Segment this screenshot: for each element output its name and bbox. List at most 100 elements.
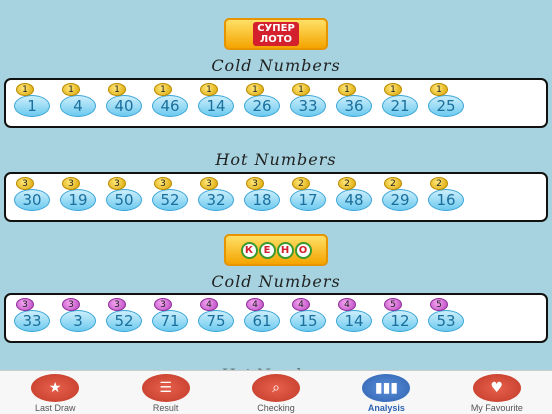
cold-numbers-panel-keno: 33 3 3 3 52 3 71 3 75 4 61 4 15 4 14 4 12 5 53 5 [4,293,548,343]
number-ball: 40 1 [106,83,142,117]
ball-number: 46 [152,95,188,117]
tab-last-draw[interactable]: ★ Last Draw [0,371,110,414]
number-ball: 52 3 [152,177,188,211]
number-ball: 61 4 [244,298,280,332]
frequency-badge: 2 [384,177,402,190]
ball-number: 16 [428,189,464,211]
bottom-tab-bar: ★ Last Draw ☰ Result ⌕ Checking ▮▮▮ Anal… [0,370,552,414]
ball-number: 61 [244,310,280,332]
ball-row: 1 1 4 1 40 1 46 1 14 1 26 1 33 1 36 1 21 1 25 1 [14,83,464,117]
ball-row: 30 3 19 3 50 3 52 3 32 3 18 3 17 2 48 2 29 2 16 2 [14,177,464,211]
frequency-badge: 4 [338,298,356,311]
number-ball: 33 3 [14,298,50,332]
number-ball: 32 3 [198,177,234,211]
tab-label: Result [152,403,179,413]
frequency-badge: 1 [154,83,172,96]
tab-label: My Favourite [470,403,523,413]
number-ball: 21 1 [382,83,418,117]
number-ball: 19 3 [60,177,96,211]
frequency-badge: 3 [200,177,218,190]
ball-number: 21 [382,95,418,117]
ball-number: 19 [60,189,96,211]
ball-number: 14 [336,310,372,332]
ball-number: 48 [336,189,372,211]
keno-letter: О [294,241,312,259]
number-ball: 11 [14,83,50,117]
frequency-badge: 1 [430,83,448,96]
frequency-badge: 3 [62,298,80,311]
number-ball: 14 4 [336,298,372,332]
ball-number: 25 [428,95,464,117]
ball-number: 17 [290,189,326,211]
section-heading-hot-1: Hot Numbers [215,150,337,169]
number-ball: 14 1 [198,83,234,117]
frequency-badge: 3 [108,177,126,190]
number-ball: 71 3 [152,298,188,332]
bar-chart-icon: ▮▮▮ [362,374,411,402]
frequency-badge: 3 [16,298,34,311]
frequency-badge: 1 [292,83,310,96]
tab-label: Analysis [367,403,405,413]
number-ball: 52 3 [106,298,142,332]
keno-letter: Е [258,241,276,259]
frequency-badge: 4 [200,298,218,311]
frequency-badge: 3 [62,177,80,190]
ball-number: 4 [60,95,96,117]
number-ball: 48 2 [336,177,372,211]
keno-logo: К Е Н О [224,234,328,266]
number-ball: 25 1 [428,83,464,117]
magnifier-icon: ⌕ [252,374,301,402]
number-ball: 18 3 [244,177,280,211]
ball-number: 29 [382,189,418,211]
number-ball: 26 1 [244,83,280,117]
frequency-badge: 3 [154,298,172,311]
frequency-badge: 2 [292,177,310,190]
ball-number: 18 [244,189,280,211]
number-ball: 33 [60,298,96,332]
frequency-badge: 1 [246,83,264,96]
ball-number: 32 [198,189,234,211]
ball-number: 15 [290,310,326,332]
ball-row: 33 3 3 3 52 3 71 3 75 4 61 4 15 4 14 4 12 5 53 5 [14,298,464,332]
ball-number: 40 [106,95,142,117]
ball-number: 26 [244,95,280,117]
frequency-badge: 4 [292,298,310,311]
ball-number: 52 [152,189,188,211]
ball-number: 3 [60,310,96,332]
tab-label: Last Draw [34,403,76,413]
frequency-badge: 5 [430,298,448,311]
frequency-badge: 4 [246,298,264,311]
heart-icon: ♥ [472,374,521,402]
number-ball: 30 3 [14,177,50,211]
tab-analysis[interactable]: ▮▮▮ Analysis [331,371,441,414]
frequency-badge: 2 [338,177,356,190]
ball-number: 33 [14,310,50,332]
number-ball: 41 [60,83,96,117]
number-ball: 12 5 [382,298,418,332]
ball-number: 52 [106,310,142,332]
super-loto-logo-text: СУПЕР ЛОТО [253,22,299,46]
ball-number: 1 [14,95,50,117]
ball-number: 14 [198,95,234,117]
ball-number: 36 [336,95,372,117]
star-icon: ★ [31,374,80,402]
frequency-badge: 1 [200,83,218,96]
list-icon: ☰ [141,374,190,402]
hot-numbers-panel-super: 30 3 19 3 50 3 52 3 32 3 18 3 17 2 48 2 29 2 16 2 [4,172,548,222]
section-heading-cold-1: Cold Numbers [211,56,341,75]
number-ball: 46 1 [152,83,188,117]
section-heading-cold-keno: Cold Numbers [211,272,341,291]
ball-number: 71 [152,310,188,332]
tab-checking[interactable]: ⌕ Checking [221,371,331,414]
ball-number: 53 [428,310,464,332]
frequency-badge: 1 [16,83,34,96]
frequency-badge: 1 [62,83,80,96]
number-ball: 29 2 [382,177,418,211]
tab-result[interactable]: ☰ Result [110,371,220,414]
frequency-badge: 2 [430,177,448,190]
tab-label: Checking [257,403,295,413]
number-ball: 16 2 [428,177,464,211]
frequency-badge: 5 [384,298,402,311]
keno-letter: К [240,241,258,259]
tab-my-favourite[interactable]: ♥ My Favourite [442,371,552,414]
